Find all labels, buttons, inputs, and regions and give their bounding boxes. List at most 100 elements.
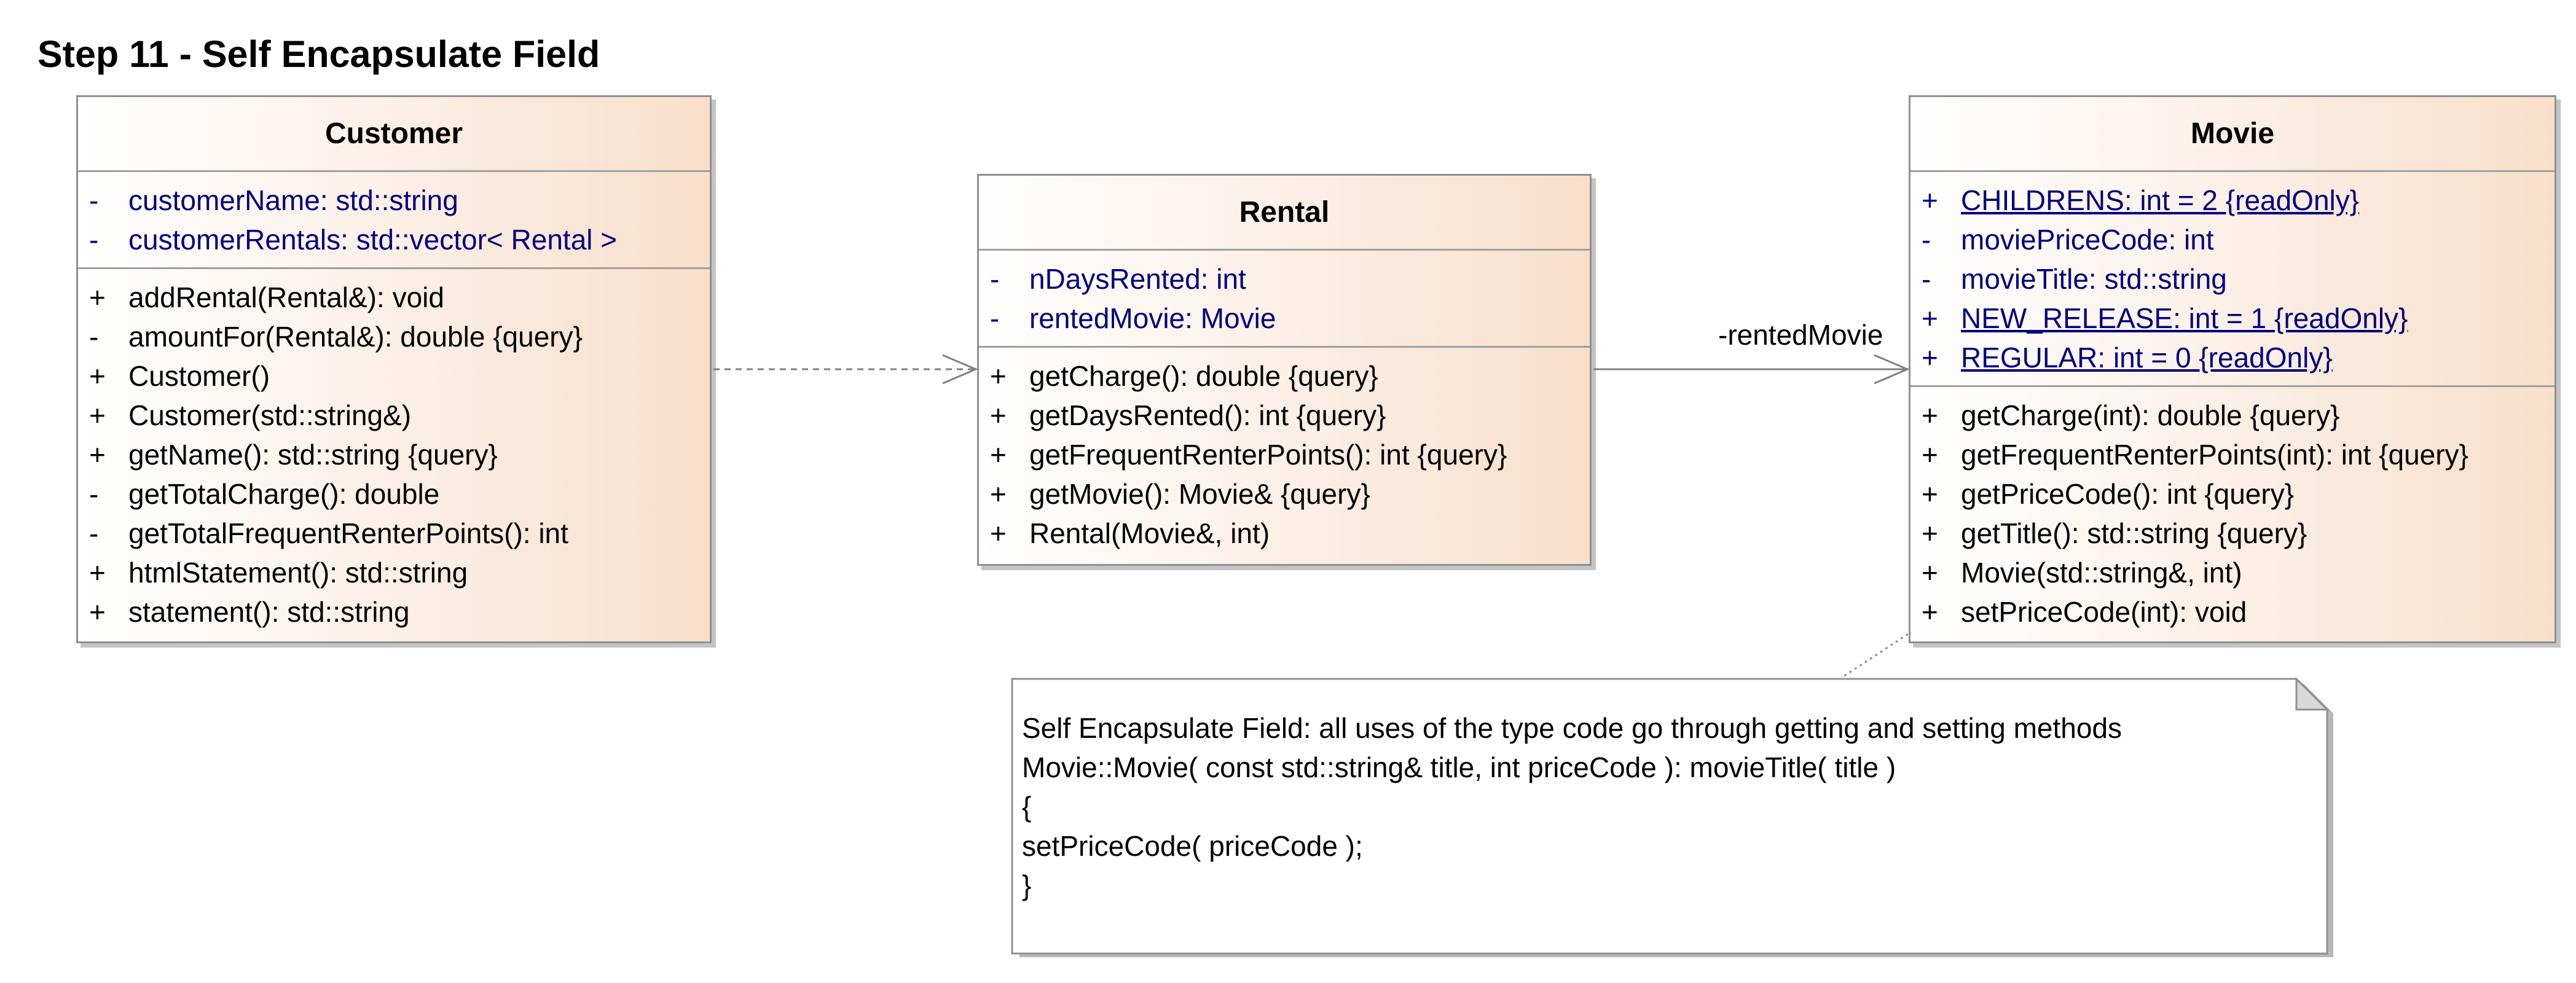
visibility-marker: + (1922, 302, 1938, 334)
attribute-row: - customerName: std::string (78, 181, 710, 220)
operation-text: Movie(std::string&, int) (1961, 557, 2242, 589)
attribute-text: rentedMovie: Movie (1029, 302, 1276, 334)
note-text: Self Encapsulate Field: all uses of the … (1022, 708, 2122, 905)
operation-compartment: + getCharge(): double {query} + getDaysR… (979, 348, 1590, 553)
visibility-marker: - (1922, 224, 1931, 256)
operation-row: - amountFor(Rental&): double {query} (78, 317, 710, 356)
attribute-compartment: - nDaysRented: int - rentedMovie: Movie (979, 251, 1590, 348)
visibility-marker: + (990, 439, 1007, 471)
operation-row: + getPriceCode(): int {query} (1910, 474, 2554, 514)
operation-row: + Customer(std::string&) (78, 396, 710, 435)
class-header: Rental (979, 176, 1590, 251)
attribute-row: - nDaysRented: int (979, 259, 1590, 299)
operation-row: + getCharge(): double {query} (979, 356, 1590, 396)
operation-text: Customer() (128, 360, 270, 392)
operation-text: getTitle(): std::string {query} (1961, 517, 2307, 549)
visibility-marker: + (1922, 557, 1938, 589)
operation-text: amountFor(Rental&): double {query} (128, 321, 583, 353)
attribute-row: + CHILDRENS: int = 2 {readOnly} (1910, 181, 2554, 220)
attribute-row: - moviePriceCode: int (1910, 220, 2554, 259)
visibility-marker: + (1922, 478, 1938, 510)
operation-row: + Customer() (78, 356, 710, 396)
note-line: Self Encapsulate Field: all uses of the … (1022, 712, 2122, 744)
visibility-marker: - (89, 184, 99, 216)
visibility-marker: + (89, 439, 106, 471)
attribute-row: + NEW_RELEASE: int = 1 {readOnly} (1910, 299, 2554, 338)
diagram-note[interactable]: Self Encapsulate Field: all uses of the … (1011, 678, 2333, 957)
attribute-text: CHILDRENS: int = 2 {readOnly} (1961, 184, 2360, 216)
visibility-marker: - (1922, 263, 1931, 295)
attribute-text: customerName: std::string (128, 184, 458, 216)
operation-text: getTotalCharge(): double (128, 478, 440, 510)
attribute-text: customerRentals: std::vector< Rental > (128, 224, 618, 256)
operation-row: + htmlStatement(): std::string (78, 553, 710, 592)
visibility-marker: + (1922, 439, 1938, 471)
note-anchor-line (1843, 633, 1909, 678)
visibility-marker: + (89, 596, 106, 628)
attribute-text: movieTitle: std::string (1961, 263, 2227, 295)
operation-text: getFrequentRenterPoints(): int {query} (1029, 439, 1507, 471)
operation-text: getDaysRented(): int {query} (1029, 399, 1386, 431)
operation-text: getTotalFrequentRenterPoints(): int (128, 517, 568, 549)
visibility-marker: - (89, 321, 99, 353)
operation-row: + getDaysRented(): int {query} (979, 396, 1590, 435)
visibility-marker: + (1922, 342, 1938, 374)
operation-text: statement(): std::string (128, 596, 410, 628)
association-role-label: -rentedMovie (1718, 319, 1883, 351)
operation-row: + Movie(std::string&, int) (1910, 553, 2554, 592)
class-customer[interactable]: Customer - customerName: std::string - c… (76, 95, 712, 643)
operation-row: - getTotalCharge(): double (78, 474, 710, 514)
attribute-text: REGULAR: int = 0 {readOnly} (1961, 342, 2333, 374)
attribute-row: - customerRentals: std::vector< Rental > (78, 220, 710, 259)
dependency-arrowhead (942, 354, 978, 385)
visibility-marker: + (89, 360, 106, 392)
note-line: } (1022, 869, 1032, 901)
operation-text: getPriceCode(): int {query} (1961, 478, 2295, 510)
visibility-marker: + (1922, 596, 1938, 628)
class-movie[interactable]: Movie + CHILDRENS: int = 2 {readOnly} - … (1909, 95, 2556, 643)
note-line: setPriceCode( priceCode ); (1022, 830, 1363, 862)
operation-text: Customer(std::string&) (128, 399, 412, 431)
operation-text: htmlStatement(): std::string (128, 557, 468, 589)
operation-row: + setPriceCode(int): void (1910, 592, 2554, 632)
class-rental[interactable]: Rental - nDaysRented: int - rentedMovie:… (977, 174, 1592, 566)
operation-row: + addRental(Rental&): void (78, 278, 710, 317)
class-header: Movie (1910, 97, 2554, 172)
operation-row: + getFrequentRenterPoints(int): int {que… (1910, 435, 2554, 474)
note-line: Movie::Movie( const std::string& title, … (1022, 751, 1896, 783)
visibility-marker: - (89, 478, 99, 510)
operation-text: Rental(Movie&, int) (1029, 517, 1270, 549)
visibility-marker: + (89, 557, 106, 589)
operation-row: + getMovie(): Movie& {query} (979, 474, 1590, 514)
operation-row: + getCharge(int): double {query} (1910, 396, 2554, 435)
visibility-marker: + (89, 281, 106, 313)
operation-text: setPriceCode(int): void (1961, 596, 2247, 628)
attribute-compartment: - customerName: std::string - customerRe… (78, 172, 710, 269)
attribute-row: + REGULAR: int = 0 {readOnly} (1910, 338, 2554, 377)
operation-row: + Rental(Movie&, int) (979, 514, 1590, 553)
visibility-marker: + (990, 399, 1007, 431)
visibility-marker: - (990, 263, 1000, 295)
visibility-marker: + (990, 478, 1007, 510)
class-header: Customer (78, 97, 710, 172)
operation-text: getName(): std::string {query} (128, 439, 498, 471)
attribute-text: moviePriceCode: int (1961, 224, 2214, 256)
visibility-marker: - (990, 302, 1000, 334)
attribute-text: nDaysRented: int (1029, 263, 1246, 295)
visibility-marker: + (1922, 399, 1938, 431)
operation-text: getMovie(): Movie& {query} (1029, 478, 1370, 510)
visibility-marker: + (990, 517, 1007, 549)
visibility-marker: - (89, 517, 99, 549)
note-line: { (1022, 791, 1032, 823)
visibility-marker: - (89, 224, 99, 256)
operation-row: - getTotalFrequentRenterPoints(): int (78, 514, 710, 553)
operation-row: + statement(): std::string (78, 592, 710, 632)
attribute-row: - movieTitle: std::string (1910, 259, 2554, 299)
operation-row: + getName(): std::string {query} (78, 435, 710, 474)
attribute-row: - rentedMovie: Movie (979, 299, 1590, 338)
visibility-marker: + (1922, 184, 1938, 216)
operation-text: getCharge(int): double {query} (1961, 399, 2340, 431)
operation-text: getFrequentRenterPoints(int): int {query… (1961, 439, 2468, 471)
visibility-marker: + (89, 399, 106, 431)
attribute-compartment: + CHILDRENS: int = 2 {readOnly} - movieP… (1910, 172, 2554, 387)
